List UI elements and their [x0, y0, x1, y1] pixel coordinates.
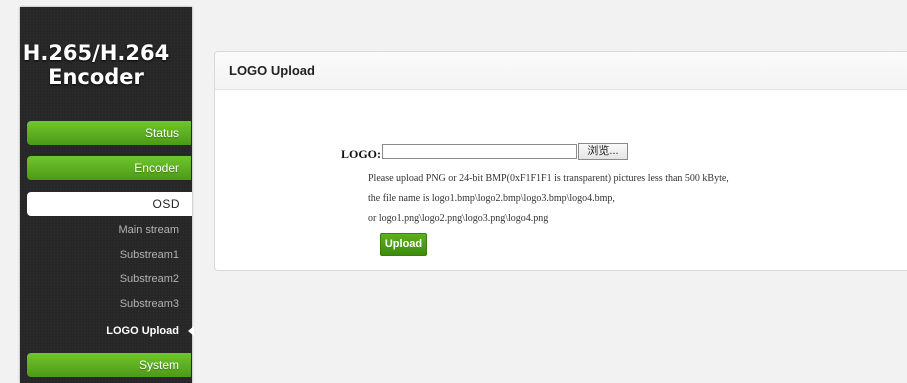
sidebar-item-substream2[interactable]: Substream2 [27, 271, 179, 287]
upload-hint-line-3: or logo1.png\logo2.png\logo3.png\logo4.p… [368, 213, 549, 224]
upload-button[interactable]: Upload [380, 233, 427, 256]
nav-system[interactable]: System [27, 353, 191, 377]
panel-title: LOGO Upload [215, 52, 907, 90]
brand-line-1: H.265/H.264 [22, 41, 170, 65]
nav-encoder[interactable]: Encoder [27, 156, 191, 180]
nav-status[interactable]: Status [27, 121, 191, 145]
brand-line-2: Encoder [48, 65, 144, 89]
sidebar-item-main-stream[interactable]: Main stream [27, 222, 179, 238]
sidebar-item-logo-upload[interactable]: LOGO Upload [27, 323, 179, 339]
browse-button[interactable]: 浏览... [578, 143, 628, 160]
logo-file-input[interactable] [382, 144, 577, 159]
sidebar-item-substream3[interactable]: Substream3 [27, 296, 179, 312]
brand-logo: H.265/H.264 Encoder [20, 41, 172, 89]
logo-upload-panel: LOGO Upload LOGO: 浏览... Please upload PN… [214, 51, 907, 271]
upload-hint-line-1: Please upload PNG or 24-bit BMP(0xF1F1F1… [368, 173, 729, 184]
app-frame: H.265/H.264 Encoder Status Encoder OSD M… [0, 0, 907, 383]
sidebar-item-substream1[interactable]: Substream1 [27, 247, 179, 263]
upload-hint-line-2: the file name is logo1.bmp\logo2.bmp\log… [368, 193, 615, 204]
active-indicator-arrow-icon [188, 326, 194, 336]
sidebar: H.265/H.264 Encoder Status Encoder OSD M… [20, 7, 192, 383]
nav-osd[interactable]: OSD [27, 192, 192, 216]
logo-field-label: LOGO: [341, 147, 382, 161]
